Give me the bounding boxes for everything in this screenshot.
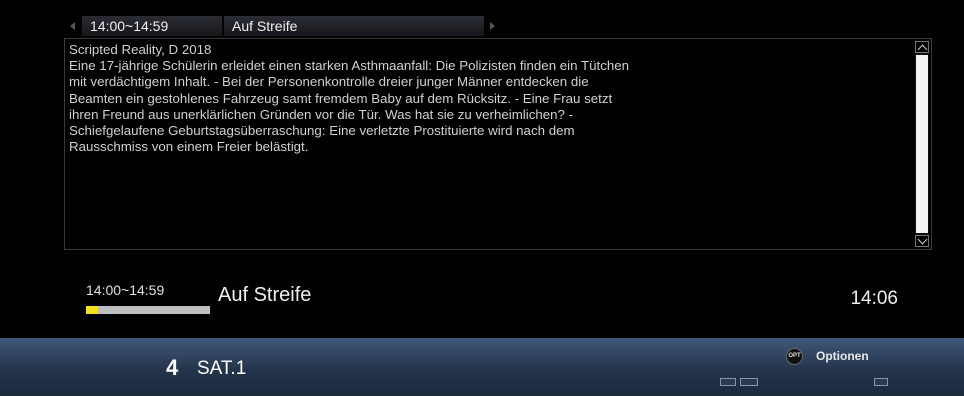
description-line: Scripted Reality, D 2018 (69, 42, 212, 57)
txt-key-icon (720, 378, 736, 386)
prev-arrow-icon[interactable] (64, 16, 80, 36)
scroll-thumb[interactable] (916, 55, 928, 233)
chevron-down-icon (917, 234, 927, 244)
subtitle-key-icon (740, 378, 758, 386)
chevron-up-icon (917, 44, 927, 54)
epg-header: 14:00~14:59 Auf Streife (64, 16, 932, 36)
program-progress-fill (86, 306, 99, 314)
header-title: Auf Streife (224, 16, 484, 36)
channel-footer: 4 SAT.1 OPT Optionen (0, 338, 964, 396)
description-line: Rausschmiss von einem Freier belästigt. (69, 139, 309, 155)
scroll-down-button[interactable] (915, 234, 929, 247)
channel-number: 4 (166, 355, 179, 380)
description-line: Schiefgelaufene Geburtstagsüberraschung:… (69, 123, 575, 139)
description-panel: Scripted Reality, D 2018 Eine 17-jährige … (64, 38, 932, 250)
header-time: 14:00~14:59 (82, 16, 222, 36)
description-line: Eine 17-jährige Schülerin erleidet einen… (69, 58, 630, 74)
options-label[interactable]: Optionen (816, 349, 869, 363)
description-line: mit verdächtigem Inhalt. - Bei der Perso… (69, 74, 589, 90)
next-arrow-icon[interactable] (484, 16, 500, 36)
description-scrollbar[interactable] (915, 41, 929, 247)
options-key-icon[interactable]: OPT (786, 348, 803, 365)
description-text: Scripted Reality, D 2018 Eine 17-jährige … (69, 42, 907, 155)
program-progress-bar (86, 306, 210, 314)
current-program-title: Auf Streife (218, 284, 312, 306)
channel-name: SAT.1 (197, 358, 247, 379)
current-program-time: 14:00~14:59 (86, 282, 165, 298)
scroll-up-button[interactable] (915, 41, 929, 54)
clock: 14:06 (850, 288, 898, 309)
description-line: Beamten ein gestohlenes Fahrzeug samt fr… (69, 90, 613, 106)
description-line: ihren Freund aus unerklärlichen Gründen … (69, 106, 574, 122)
menu-key-icon (874, 378, 888, 386)
